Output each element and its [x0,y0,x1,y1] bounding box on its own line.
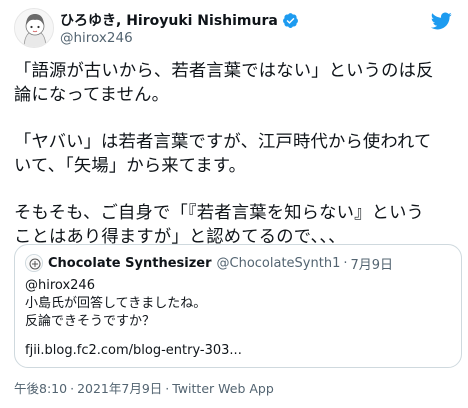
tweet-line: 論になってません。 [14,85,170,105]
author-display-name[interactable]: ひろゆき, Hiroyuki Nishimura [60,10,278,30]
quoted-tweet-text: @hirox246 小島氏が回答してきましたね。 反論できそうですか？ [25,277,206,331]
separator-dot: · [165,381,170,396]
quoted-line: 反論できそうですか？ [25,314,156,329]
quoted-author-name[interactable]: Chocolate Synthesizer [48,256,212,271]
tweet-time[interactable]: 午後8:10 [14,381,67,396]
tweet-line: いて、「矢場」から来てます。 [14,156,247,176]
tweet-footer: 午後8:10 · 2021年7月9日 · Twitter Web App [14,378,274,397]
quoted-author-handle: @ChocolateSynth1 [216,255,341,271]
tweet-text: 「語源が古いから、若者言葉ではない」というのは反 論になってません。 「ヤバい」… [14,59,460,249]
quoted-avatar-icon [26,255,42,271]
tweet-line: 「ヤバい」は若者言葉ですが、江戸時代から使われて [14,132,432,152]
verified-badge-icon [282,12,298,28]
quoted-author-avatar[interactable] [25,254,43,272]
tweet-card: ひろゆき, Hiroyuki Nishimura @hirox246 「語源が古… [0,0,468,408]
author-handle[interactable]: @hirox246 [60,30,133,46]
quoted-line: 小島氏が回答してきましたね。 [25,296,207,311]
tweet-date[interactable]: 2021年7月9日 [77,381,162,396]
quoted-tweet-date: 7月9日 [350,257,394,273]
tweet-line: 「語源が古いから、若者言葉ではない」というのは反 [14,61,434,81]
tweet-line: そもそも、ご自身で「『若者言葉を知らない』という [14,203,425,223]
separator-dot: · [343,255,348,271]
quoted-tweet-card[interactable]: Chocolate Synthesizer @ChocolateSynth1 ·… [14,244,462,368]
anime-avatar-icon [15,9,53,47]
author-avatar[interactable] [14,8,54,48]
author-name-row: ひろゆき, Hiroyuki Nishimura [60,10,299,30]
tweet-source[interactable]: Twitter Web App [172,381,274,396]
quoted-tweet-link[interactable]: fjii.blog.fc2.com/blog-entry-303... [25,343,242,358]
separator-dot: · [70,381,75,396]
twitter-logo-icon[interactable] [430,10,452,32]
tweet-header: ひろゆき, Hiroyuki Nishimura @hirox246 [14,8,454,52]
quoted-tweet-header: Chocolate Synthesizer @ChocolateSynth1 ·… [25,253,393,273]
quoted-line: @hirox246 [25,278,95,293]
